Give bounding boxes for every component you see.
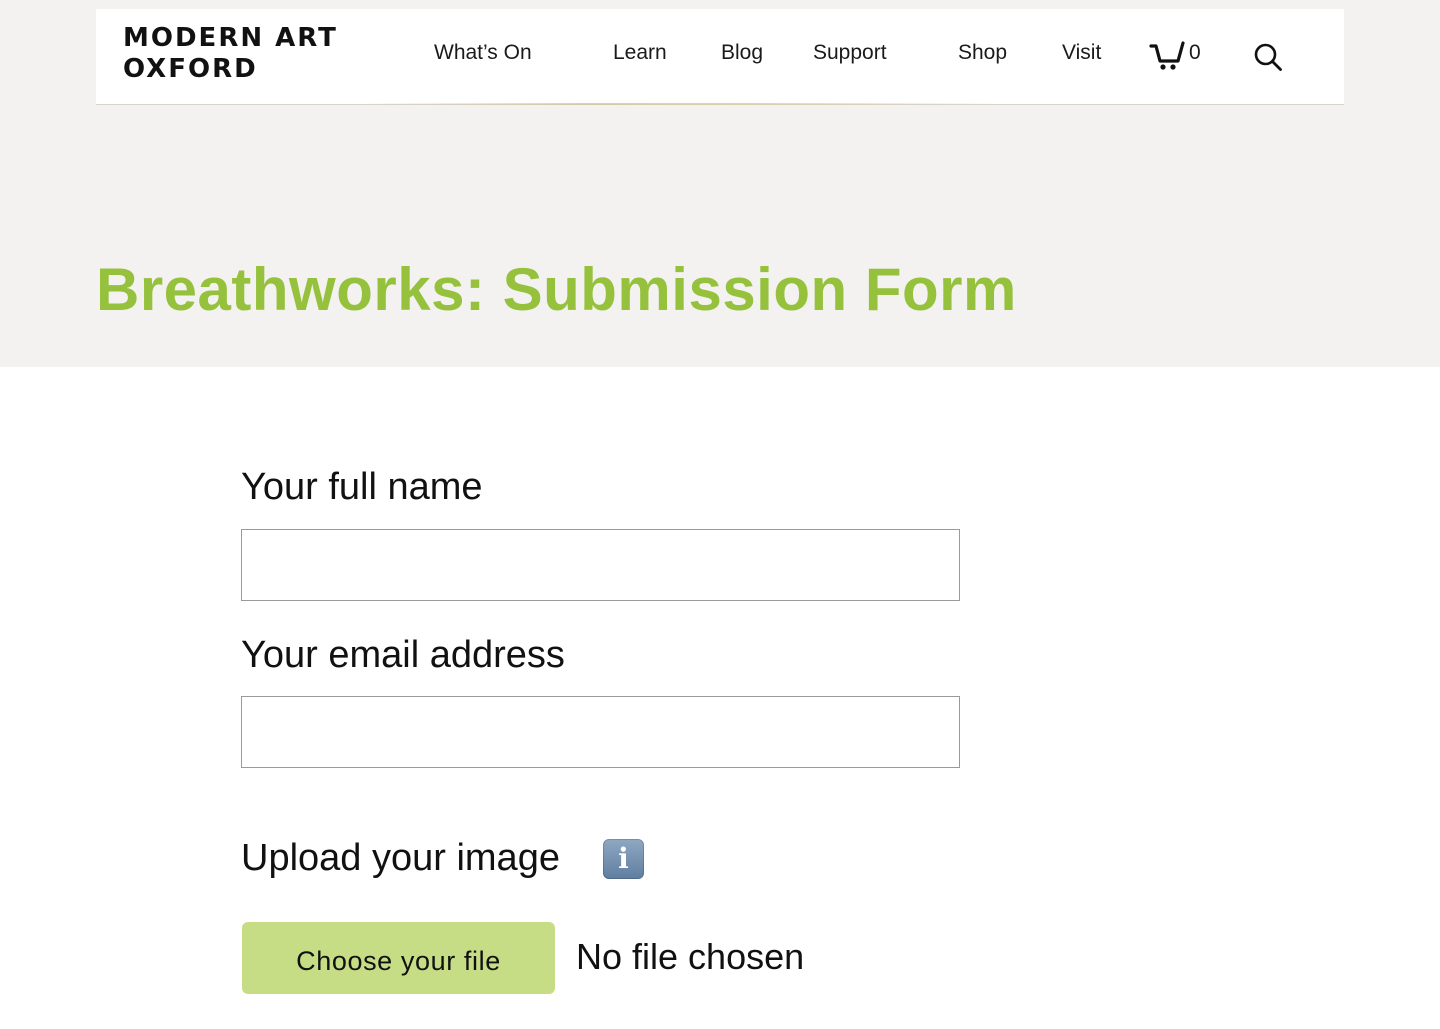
- page-title: Breathworks: Submission Form: [96, 256, 1017, 323]
- upload-image-label: Upload your image: [241, 837, 560, 879]
- email-input[interactable]: [241, 696, 960, 768]
- file-status-text: No file chosen: [576, 936, 805, 977]
- nav-learn[interactable]: Learn: [613, 41, 667, 65]
- site-header: MODERN ART OXFORD What’s On Learn Blog S…: [96, 9, 1344, 105]
- info-icon[interactable]: i: [603, 839, 644, 879]
- nav-visit[interactable]: Visit: [1062, 41, 1101, 65]
- nav-whats-on[interactable]: What’s On: [434, 41, 532, 65]
- search-icon[interactable]: [1253, 42, 1283, 72]
- site-logo[interactable]: MODERN ART OXFORD: [123, 23, 338, 85]
- nav-support[interactable]: Support: [813, 41, 887, 65]
- nav-shop[interactable]: Shop: [958, 41, 1007, 65]
- full-name-label: Your full name: [241, 466, 483, 508]
- logo-line-2: OXFORD: [123, 54, 258, 84]
- full-name-input[interactable]: [241, 529, 960, 601]
- choose-file-button[interactable]: Choose your file: [242, 922, 555, 994]
- nav-blog[interactable]: Blog: [721, 41, 763, 65]
- shopping-cart-icon: [1149, 41, 1185, 70]
- cart-count: 0: [1189, 41, 1201, 64]
- email-label: Your email address: [241, 634, 565, 676]
- page-hero: MODERN ART OXFORD What’s On Learn Blog S…: [0, 0, 1440, 367]
- logo-line-1: MODERN ART: [123, 23, 338, 53]
- header-divider: [356, 103, 1004, 105]
